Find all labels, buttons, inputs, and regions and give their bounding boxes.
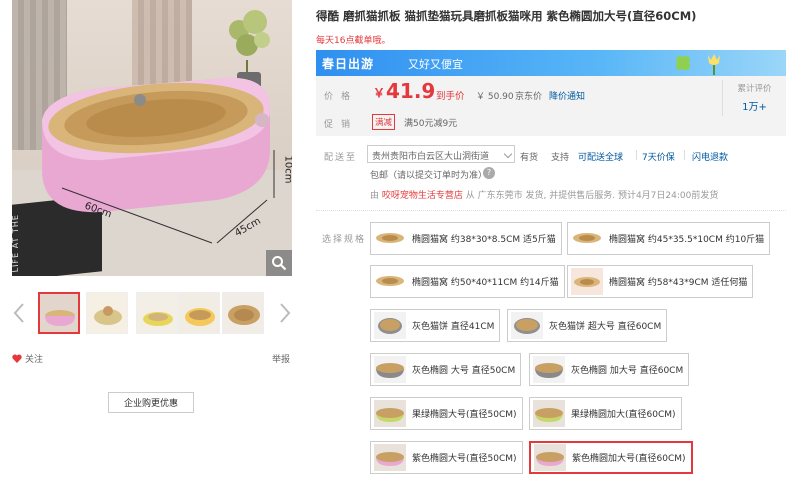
- spec-option[interactable]: 椭圆猫窝 约50*40*11CM 约14斤猫: [370, 265, 565, 298]
- feature-fast-refund[interactable]: 闪电退款: [692, 150, 728, 163]
- promotion-label: 促销: [324, 120, 359, 130]
- review-summary[interactable]: 累计评价 1万+: [722, 80, 786, 116]
- magnifier-icon: [272, 256, 287, 271]
- thumbnail-image: [179, 293, 219, 333]
- price-tag: 到手价: [436, 91, 465, 102]
- spec-option-label: 椭圆猫窝 约50*40*11CM 约14斤猫: [412, 278, 559, 288]
- corporate-purchase-button[interactable]: 企业购更优惠: [108, 392, 194, 413]
- spec-option-label: 紫色椭圆大号(直径50CM): [412, 454, 517, 464]
- spec-thumbnail: [374, 312, 406, 339]
- follow-label: 关注: [25, 355, 44, 365]
- spec-thumbnail: [533, 400, 565, 427]
- help-icon[interactable]: ?: [483, 167, 495, 179]
- spec-thumbnail: [374, 400, 406, 427]
- spec-option-label: 灰色猫饼 超大号 直径60CM: [549, 322, 662, 332]
- original-price: ￥ 50.90: [476, 92, 514, 102]
- spec-option-label: 灰色椭圆 加大号 直径60CM: [571, 366, 684, 376]
- thumbnail-strip: [12, 290, 292, 338]
- original-price-label: 京东价: [515, 92, 543, 102]
- stock-status: 有货: [520, 153, 539, 163]
- spec-option[interactable]: 灰色椭圆 加大号 直径60CM: [529, 353, 690, 386]
- thumbnail-3[interactable]: [136, 292, 178, 334]
- promo-banner[interactable]: 春日出游 又好又便宜: [316, 50, 786, 76]
- cat-scratcher-illustration: [42, 77, 275, 244]
- chevron-down-icon: [503, 149, 513, 159]
- promotion-text: 满50元减9元: [404, 119, 458, 129]
- spec-option[interactable]: 椭圆猫窝 约45*35.5*10CM 约10斤猫: [567, 222, 771, 255]
- spec-option[interactable]: 果绿椭圆加大(直径60CM): [529, 397, 682, 430]
- free-shipping-text: 包邮（请以提交订单时为准）: [370, 171, 488, 181]
- product-main-image[interactable]: LIFE AT THE 60cm 45cm 10cm: [12, 0, 292, 276]
- thumbnail-image: [87, 293, 127, 333]
- thumbnail-1[interactable]: [38, 292, 80, 334]
- banner-title: 春日出游: [322, 57, 375, 71]
- promotion-tag: 满减: [372, 114, 396, 130]
- spec-thumbnail: [374, 225, 406, 252]
- dim-height-label: 10cm: [282, 155, 292, 184]
- spec-option-selected[interactable]: 紫色椭圆加大号(直径60CM): [529, 441, 693, 474]
- zoom-button[interactable]: [266, 250, 292, 276]
- spec-option[interactable]: 灰色猫饼 超大号 直径60CM: [507, 309, 668, 342]
- spec-thumbnail: [374, 356, 406, 383]
- review-count[interactable]: 1万+: [723, 98, 786, 113]
- spec-option-label: 椭圆猫窝 约38*30*8.5CM 适5斤猫: [412, 235, 556, 245]
- thumbnail-image: [40, 294, 78, 332]
- seller-info: 由 咬呀宠物生活专营店 从 广东东莞市 发货, 并提供售后服务. 预计4月7日2…: [370, 191, 719, 201]
- spec-option[interactable]: 灰色猫饼 直径41CM: [370, 309, 501, 342]
- spec-thumbnail: [571, 268, 603, 295]
- spec-thumbnail: [571, 225, 603, 252]
- heart-icon: [12, 354, 22, 363]
- thumb-prev-arrow-icon[interactable]: [12, 302, 26, 324]
- address-selector[interactable]: 贵州贵阳市白云区大山洞街道: [367, 145, 515, 163]
- clover-icon: [676, 56, 690, 70]
- spec-thumbnail: [511, 312, 543, 339]
- banner-subtitle: 又好又便宜: [408, 58, 463, 71]
- spec-option-label: 果绿椭圆大号(直径50CM): [412, 410, 517, 420]
- thumbnail-image: [137, 293, 177, 333]
- feature-price-protection[interactable]: 7天价保: [642, 150, 675, 163]
- follow-button[interactable]: 关注: [12, 352, 43, 365]
- section-divider: [316, 210, 786, 211]
- spec-option-label: 椭圆猫窝 约58*43*9CM 适任何猫: [609, 278, 748, 288]
- thumbnail-4[interactable]: [178, 292, 220, 334]
- spec-option[interactable]: 果绿椭圆大号(直径50CM): [370, 397, 523, 430]
- price-value: 41.9: [386, 79, 436, 103]
- thumbnail-5[interactable]: [222, 292, 264, 334]
- spec-option-label: 紫色椭圆加大号(直径60CM): [572, 454, 686, 464]
- price-drop-notify-link[interactable]: 降价通知: [549, 89, 585, 102]
- spec-option-label: 椭圆猫窝 约45*35.5*10CM 约10斤猫: [609, 235, 765, 245]
- thumbnail-2[interactable]: [86, 292, 128, 334]
- divider: [636, 150, 637, 160]
- spec-option-label: 灰色猫饼 直径41CM: [412, 322, 495, 332]
- spec-thumbnail: [533, 356, 565, 383]
- spec-option[interactable]: 紫色椭圆大号(直径50CM): [370, 441, 523, 474]
- spec-option[interactable]: 椭圆猫窝 约58*43*9CM 适任何猫: [567, 265, 754, 298]
- seller-details: 从 广东东莞市 发货, 并提供售后服务. 预计4月7日24:00前发货: [465, 191, 719, 201]
- shop-link[interactable]: 咬呀宠物生活专营店: [382, 191, 463, 201]
- spec-thumbnail: [374, 268, 406, 295]
- spec-option-label: 果绿椭圆加大(直径60CM): [571, 410, 676, 420]
- price-currency: ￥: [373, 86, 386, 100]
- cutoff-note: 每天16点截单哦。: [316, 36, 391, 46]
- spec-option[interactable]: 灰色椭圆 大号 直径50CM: [370, 353, 522, 386]
- divider: [684, 150, 685, 160]
- spec-option[interactable]: 椭圆猫窝 约38*30*8.5CM 适5斤猫: [370, 222, 562, 255]
- thumb-next-arrow-icon[interactable]: [278, 302, 292, 324]
- tulip-icon: [708, 54, 720, 75]
- spec-option-label: 灰色椭圆 大号 直径50CM: [412, 366, 516, 376]
- thumbnail-image: [223, 293, 263, 333]
- shipping-label: 配送至: [324, 153, 358, 163]
- price-label: 价格: [324, 92, 359, 102]
- report-link[interactable]: 举报: [272, 352, 290, 365]
- spec-thumbnail: [534, 444, 566, 471]
- product-title: 得酷 磨抓猫抓板 猫抓垫猫玩具磨抓板猫咪用 紫色椭圆加大号(直径60CM): [316, 9, 697, 23]
- address-text: 贵州贵阳市白云区大山洞街道: [372, 152, 490, 162]
- spec-thumbnail: [374, 444, 406, 471]
- spec-label: 选择规格: [322, 235, 367, 245]
- review-label: 累计评价: [737, 84, 772, 94]
- support-label: 支持: [551, 153, 570, 163]
- feature-global-shipping[interactable]: 可配送全球: [578, 150, 623, 163]
